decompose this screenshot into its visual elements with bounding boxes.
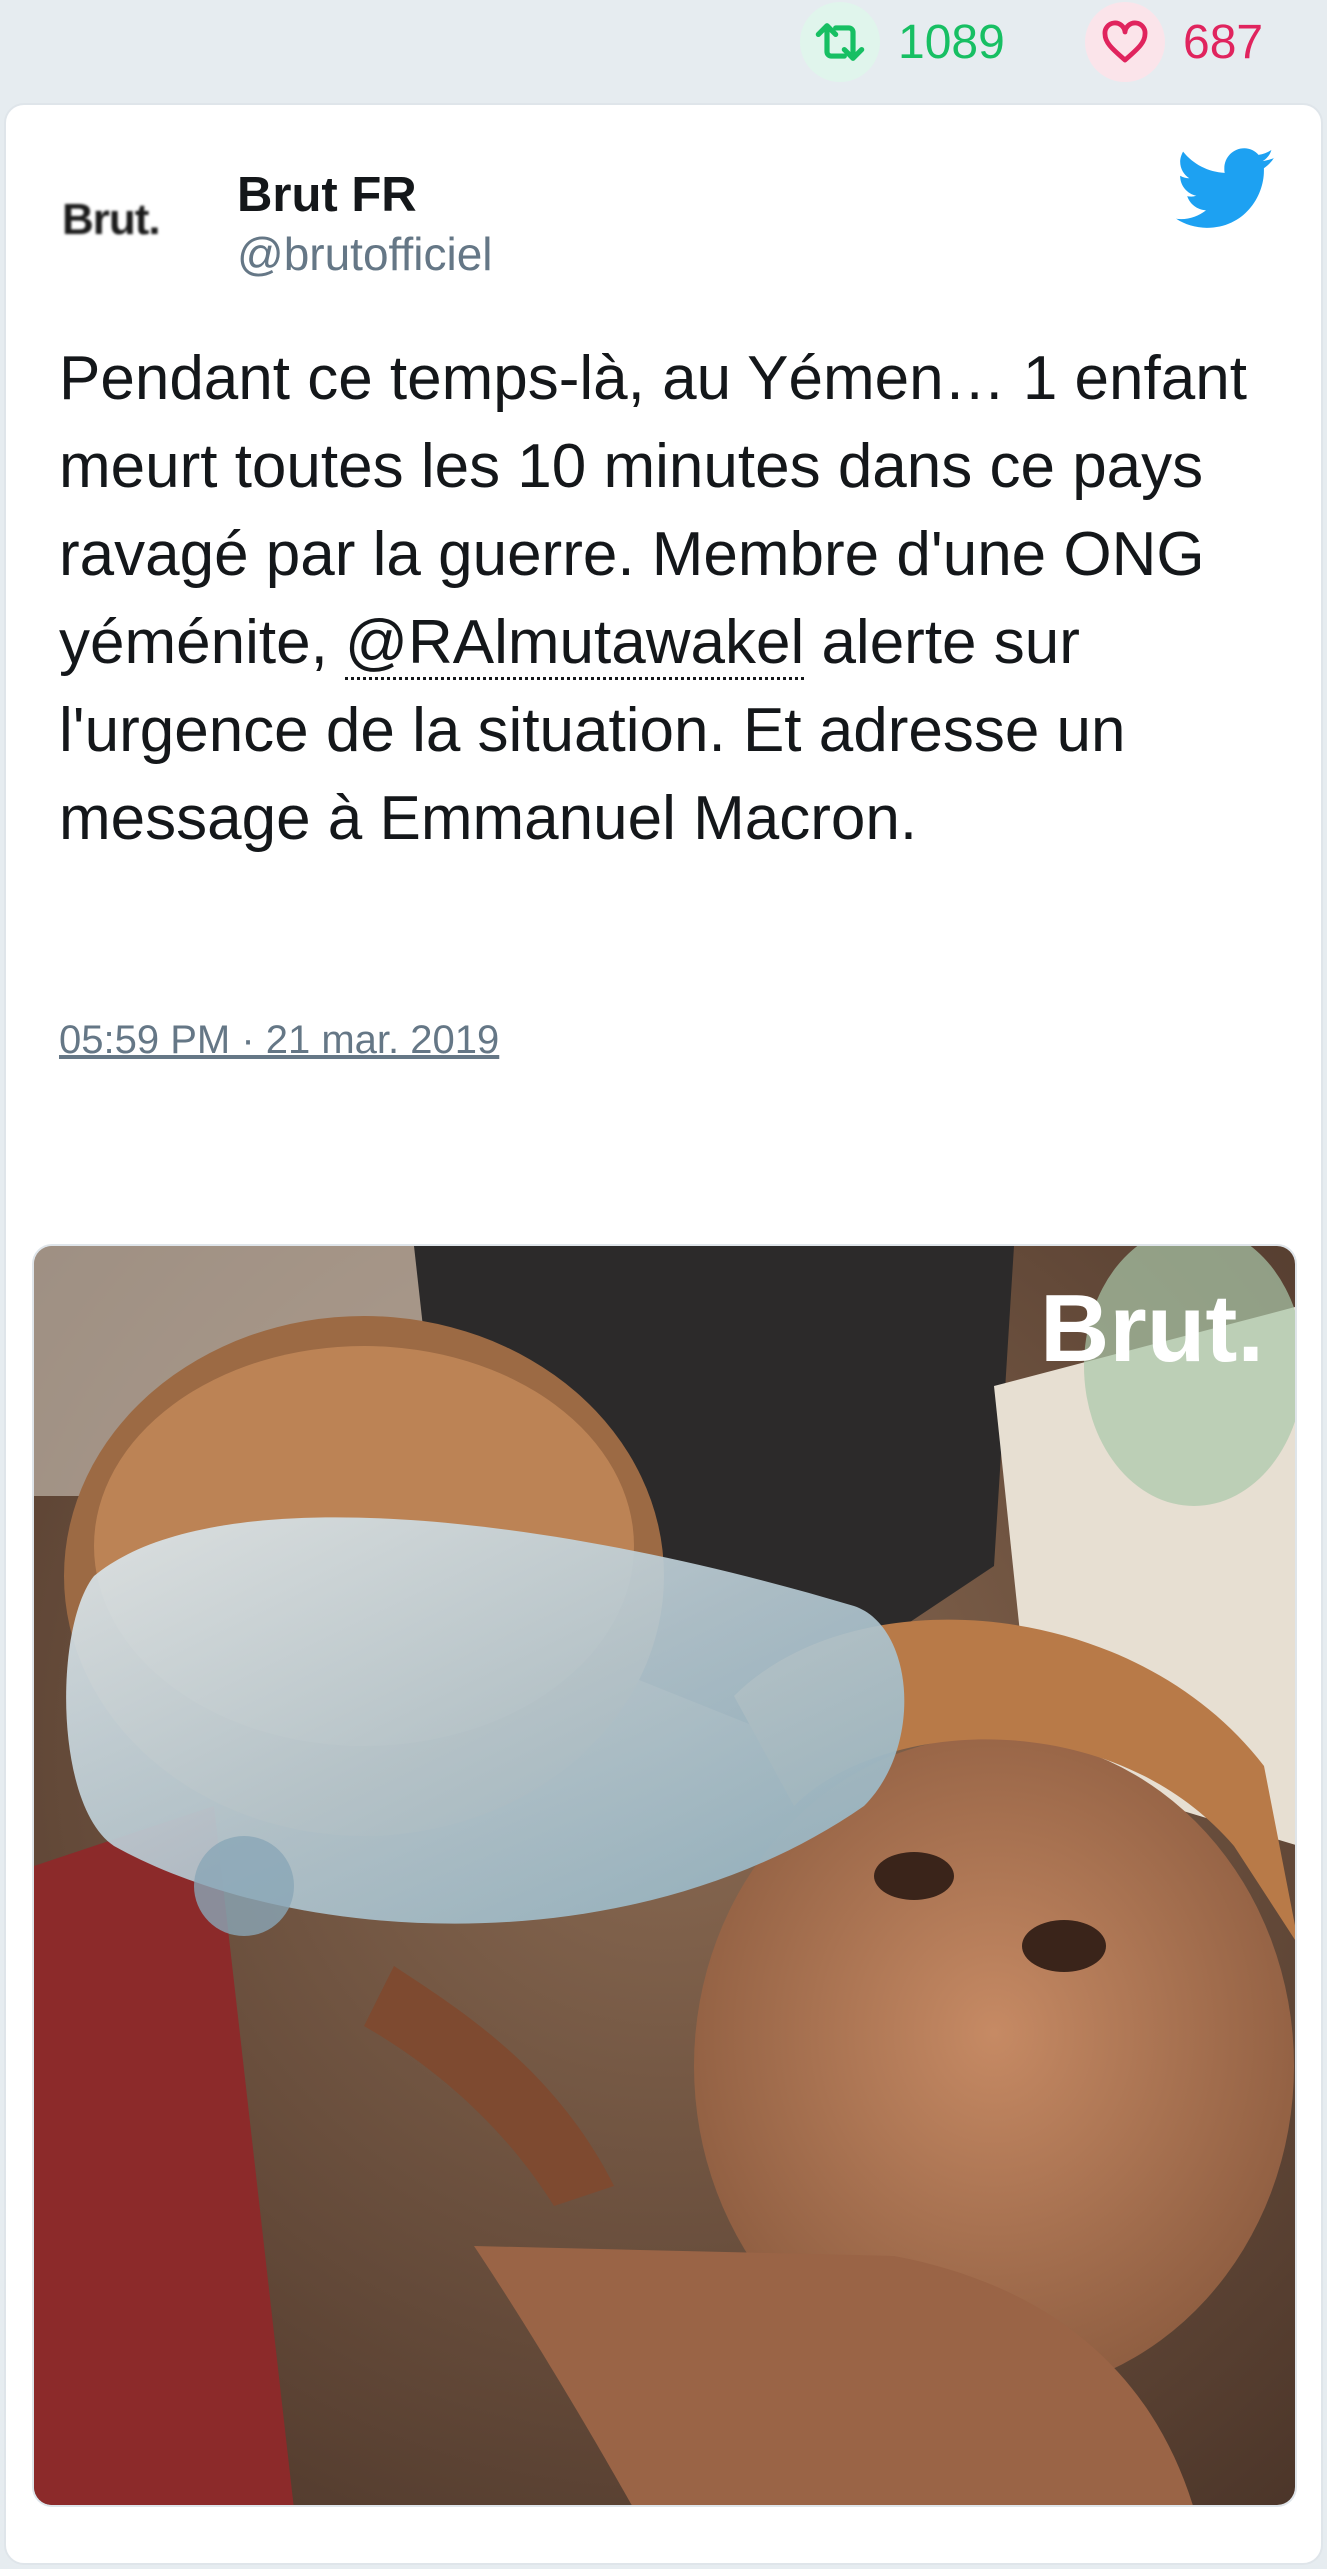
tweet-text: Pendant ce temps-là, au Yémen… 1 enfant … xyxy=(59,335,1289,863)
retweet-stat[interactable]: 1089 xyxy=(800,0,1005,84)
like-stat[interactable]: 687 xyxy=(1085,0,1263,84)
author-handle[interactable]: @brutofficiel xyxy=(237,227,493,281)
media-image: Brut. xyxy=(34,1246,1295,2505)
like-count: 687 xyxy=(1183,15,1264,69)
twitter-bird-icon[interactable] xyxy=(1176,147,1276,232)
avatar-logo-text: Brut. xyxy=(62,195,161,244)
heart-icon xyxy=(1085,2,1165,82)
tweet-timestamp[interactable]: 05:59 PM · 21 mar. 2019 xyxy=(59,1018,499,1063)
retweet-icon xyxy=(800,2,880,82)
author-name[interactable]: Brut FR xyxy=(237,167,417,223)
engagement-bar: 1089 687 xyxy=(0,0,1327,104)
mention-link[interactable]: @RAlmutawakel xyxy=(345,608,805,680)
avatar[interactable]: Brut. xyxy=(62,165,222,275)
retweet-count: 1089 xyxy=(898,15,1005,69)
tweet-card: Brut. Brut FR @brutofficiel Pendant ce t… xyxy=(4,103,1323,2565)
tweet-media-video[interactable]: Brut. xyxy=(32,1244,1297,2507)
media-watermark: Brut. xyxy=(1040,1275,1264,1382)
